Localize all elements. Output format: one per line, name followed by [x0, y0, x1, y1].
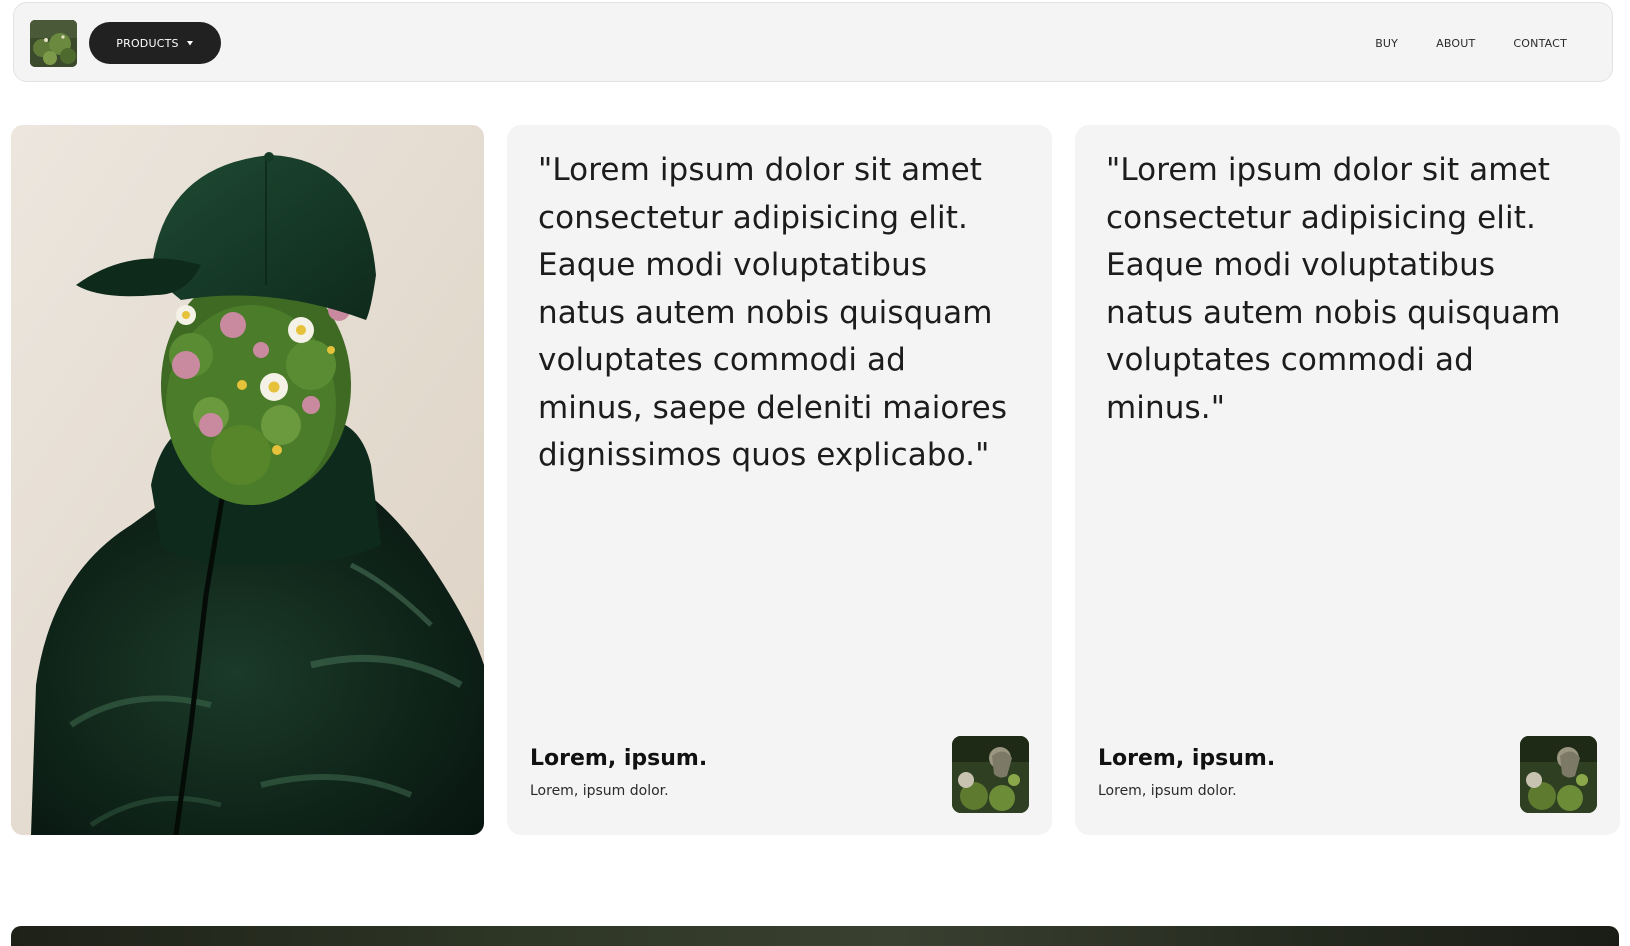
avatar-illustration: [952, 736, 1029, 813]
avatar: [952, 736, 1029, 813]
testimonial-subtitle: Lorem, ipsum dolor.: [1098, 783, 1237, 799]
avatar-illustration: [1520, 736, 1597, 813]
products-dropdown-button[interactable]: PRODUCTS: [89, 22, 221, 64]
logo-illustration: [30, 20, 77, 67]
testimonial-quote: "Lorem ipsum dolor sit amet consectetur …: [538, 152, 1008, 473]
testimonial-author: Lorem, ipsum.: [530, 746, 708, 771]
navbar: PRODUCTS BUY ABOUT CONTACT: [13, 2, 1613, 82]
testimonial-subtitle: Lorem, ipsum dolor.: [530, 783, 669, 799]
hero-illustration: [11, 125, 484, 835]
testimonial-card-1: "Lorem ipsum dolor sit amet consectetur …: [507, 125, 1052, 835]
hero-image: [11, 125, 484, 835]
avatar: [1520, 736, 1597, 813]
testimonial-quote: "Lorem ipsum dolor sit amet consectetur …: [1106, 152, 1561, 426]
logo-image[interactable]: [30, 20, 77, 67]
nav-link-contact[interactable]: CONTACT: [1513, 37, 1567, 50]
nav-links: BUY ABOUT CONTACT: [1375, 3, 1567, 83]
testimonial-card-2: "Lorem ipsum dolor sit amet consectetur …: [1075, 125, 1620, 835]
nav-link-about[interactable]: ABOUT: [1436, 37, 1475, 50]
testimonial-author: Lorem, ipsum.: [1098, 746, 1276, 771]
products-label: PRODUCTS: [116, 36, 179, 50]
nav-link-buy[interactable]: BUY: [1375, 37, 1398, 50]
caret-down-icon: [186, 41, 193, 46]
next-section-image: [11, 926, 1619, 946]
